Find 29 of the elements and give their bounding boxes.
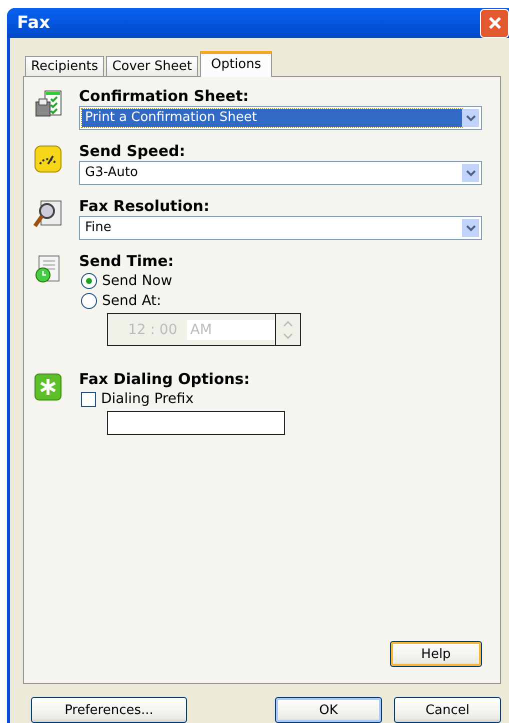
- dropdown[interactable]: G3-Auto: [79, 161, 482, 185]
- section-label: Send Speed:: [79, 142, 186, 160]
- section-label: Confirmation Sheet:: [79, 87, 250, 105]
- section-label: Fax Resolution:: [79, 197, 210, 215]
- section-label: Send Time:: [79, 252, 175, 270]
- asterisk-icon: [33, 372, 63, 402]
- checkbox-label: Dialing Prefix: [101, 391, 194, 407]
- radio-button[interactable]: [81, 293, 97, 309]
- magnifier-icon: [33, 199, 63, 229]
- dialog-button[interactable]: OK: [275, 697, 382, 723]
- checkbox[interactable]: [81, 392, 96, 406]
- dialog-button[interactable]: Cancel: [394, 697, 501, 723]
- window-title: Fax: [17, 13, 50, 33]
- radio-label: Send Now: [102, 273, 172, 289]
- dialog-button[interactable]: Preferences...: [31, 697, 187, 723]
- input-field[interactable]: [107, 411, 285, 435]
- close-icon: [486, 15, 502, 31]
- radio-button[interactable]: [81, 273, 97, 289]
- section-label: Fax Dialing Options:: [79, 370, 251, 388]
- tab[interactable]: Options: [200, 51, 272, 77]
- printer-icon: [33, 89, 63, 119]
- help-button[interactable]: Help: [390, 641, 482, 667]
- speedometer-icon: [33, 144, 63, 174]
- dropdown[interactable]: Print a Confirmation Sheet: [79, 106, 482, 130]
- tab[interactable]: Cover Sheet: [106, 56, 198, 76]
- close-button[interactable]: [480, 8, 509, 38]
- dropdown[interactable]: Fine: [79, 216, 482, 240]
- radio-label: Send At:: [102, 293, 162, 309]
- tab[interactable]: Recipients: [25, 56, 104, 76]
